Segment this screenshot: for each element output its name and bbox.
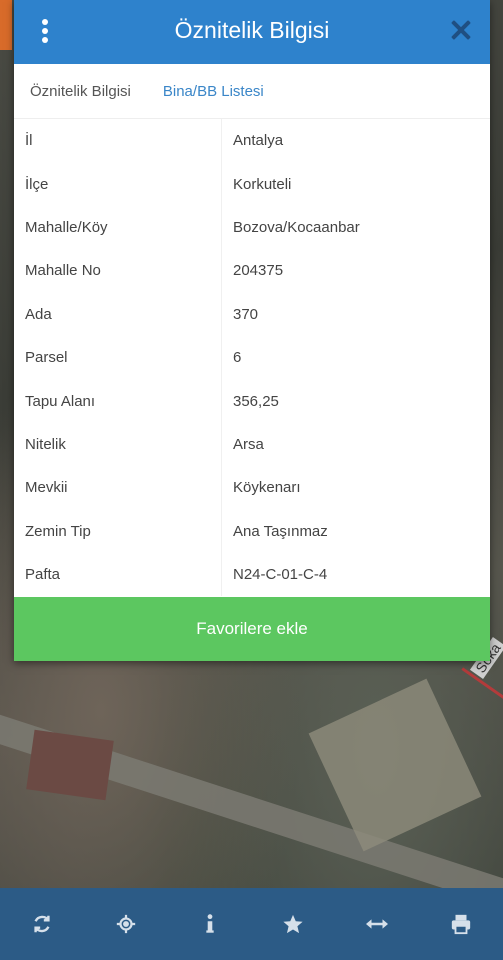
attribute-table: İl Antalya İlçe Korkuteli Mahalle/Köy Bozov… <box>14 119 490 597</box>
attribute-value: Ana Taşınmaz <box>233 522 328 540</box>
table-row: Mahalle No 204375 <box>14 249 490 293</box>
table-row: Mevkii Köykenarı <box>14 466 490 510</box>
tab-building-list[interactable]: Bina/BB Listesi <box>146 64 280 118</box>
attribute-key: Parsel <box>25 349 68 367</box>
table-row: İlçe Korkuteli <box>14 162 490 206</box>
info-icon[interactable] <box>190 904 230 944</box>
table-row: Ada 370 <box>14 292 490 336</box>
attribute-value: 370 <box>233 305 259 323</box>
attribute-key: Mevkii <box>25 479 68 497</box>
measure-icon[interactable] <box>357 904 397 944</box>
attribute-value: Korkuteli <box>233 175 292 193</box>
attribute-value: Antalya <box>233 132 284 150</box>
add-to-favorites-button[interactable]: Favorilere ekle <box>14 597 490 661</box>
tab-bar: Öznitelik Bilgisi Bina/BB Listesi <box>14 64 490 119</box>
table-row: Parsel 6 <box>14 335 490 380</box>
attribute-value: 204375 <box>233 262 284 280</box>
attribute-key: İl <box>25 132 33 150</box>
attribute-value: Arsa <box>233 435 264 453</box>
bottom-toolbar <box>0 888 503 960</box>
locate-icon[interactable] <box>106 904 146 944</box>
tab-attribute-info[interactable]: Öznitelik Bilgisi <box>14 64 147 118</box>
table-row: Mahalle/Köy Bozova/Kocaanbar <box>14 205 490 250</box>
table-row: Pafta N24-C-01-C-4 <box>14 552 490 597</box>
print-icon[interactable] <box>441 904 481 944</box>
attribute-value: N24-C-01-C-4 <box>233 566 328 584</box>
attribute-key: Tapu Alanı <box>25 392 96 410</box>
attribute-key: Pafta <box>25 566 61 584</box>
attribute-key: Zemin Tip <box>25 522 91 540</box>
attribute-value: 356,25 <box>233 392 279 410</box>
attribute-key: İlçe <box>25 175 49 193</box>
map-building <box>26 729 114 801</box>
attribute-key: Nitelik <box>25 435 66 453</box>
attribute-key: Mahalle No <box>25 262 101 280</box>
table-row: Zemin Tip Ana Taşınmaz <box>14 509 490 553</box>
attribute-key: Ada <box>25 305 52 323</box>
dialog-title: Öznitelik Bilgisi <box>174 17 330 43</box>
star-icon[interactable] <box>273 904 313 944</box>
table-row: Tapu Alanı 356,25 <box>14 379 490 423</box>
refresh-icon[interactable] <box>22 904 62 944</box>
attribute-value: Bozova/Kocaanbar <box>233 218 360 236</box>
attribute-value: Köykenarı <box>233 479 301 497</box>
dialog-header: Öznitelik Bilgisi <box>14 0 490 64</box>
attribute-value: 6 <box>233 349 242 367</box>
map-edge-marker <box>0 0 12 50</box>
attribute-info-dialog: Öznitelik Bilgisi Öznitelik Bilgisi Bina… <box>14 0 490 661</box>
close-icon[interactable] <box>450 19 472 41</box>
attribute-key: Mahalle/Köy <box>25 218 108 236</box>
table-row: İl Antalya <box>14 119 490 163</box>
table-row: Nitelik Arsa <box>14 422 490 467</box>
